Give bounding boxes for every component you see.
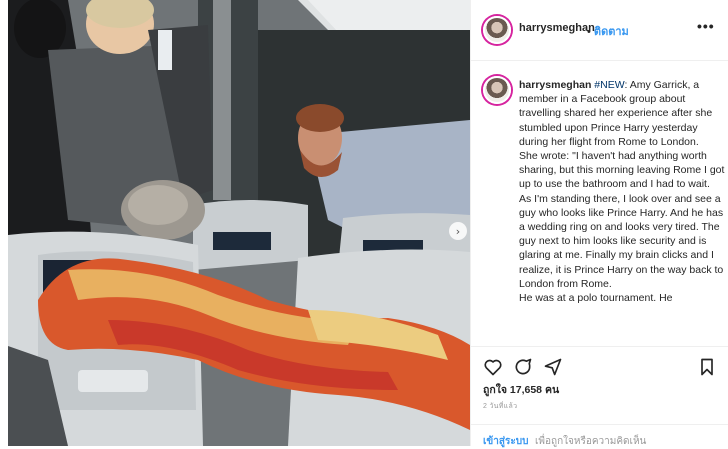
caption-line-4: He was at a polo tournament. He [519,292,673,305]
post-header: harrysmeghan • ติดตาม ••• [471,0,728,61]
caption-line-3: As I'm standing there, I look over and s… [519,192,724,290]
login-prompt-text: เพื่อถูกใจหรือความคิดเห็น [535,436,647,447]
post-caption: harrysmeghan #NEW: Amy Garrick, a member… [519,78,725,346]
username-link[interactable]: harrysmeghan [519,22,595,34]
instagram-post: › harrysmeghan • ติดตาม ••• harrysmeghan… [0,0,728,447]
likes-count[interactable]: ถูกใจ 17,658 คน [483,381,559,398]
post-timestamp[interactable]: 2 วันที่แล้ว [483,401,517,412]
caption-avatar[interactable] [483,76,511,104]
comment-icon[interactable] [513,357,533,377]
post-photo[interactable]: › [8,0,470,446]
more-options-icon[interactable]: ••• [697,18,715,34]
caption-username[interactable]: harrysmeghan [519,79,591,91]
follow-label: ติดตาม [593,26,629,38]
avatar[interactable] [483,16,511,44]
follow-button[interactable]: • ติดตาม [587,22,629,40]
bookmark-icon[interactable] [697,357,717,377]
heart-icon[interactable] [483,357,503,377]
post-side-panel: harrysmeghan • ติดตาม ••• harrysmeghan #… [470,0,728,447]
login-prompt: เข้าสู่ระบบ เพื่อถูกใจหรือความคิดเห็น [471,424,728,447]
share-icon[interactable] [543,357,563,377]
separator-dot: • [587,26,591,38]
airplane-cabin-image [8,0,470,446]
login-link[interactable]: เข้าสู่ระบบ [483,434,528,449]
hashtag-link[interactable]: #NEW [594,79,624,91]
carousel-next-button[interactable]: › [449,222,467,240]
caption-line-2: She wrote: "I haven't had anything worth… [519,150,725,191]
